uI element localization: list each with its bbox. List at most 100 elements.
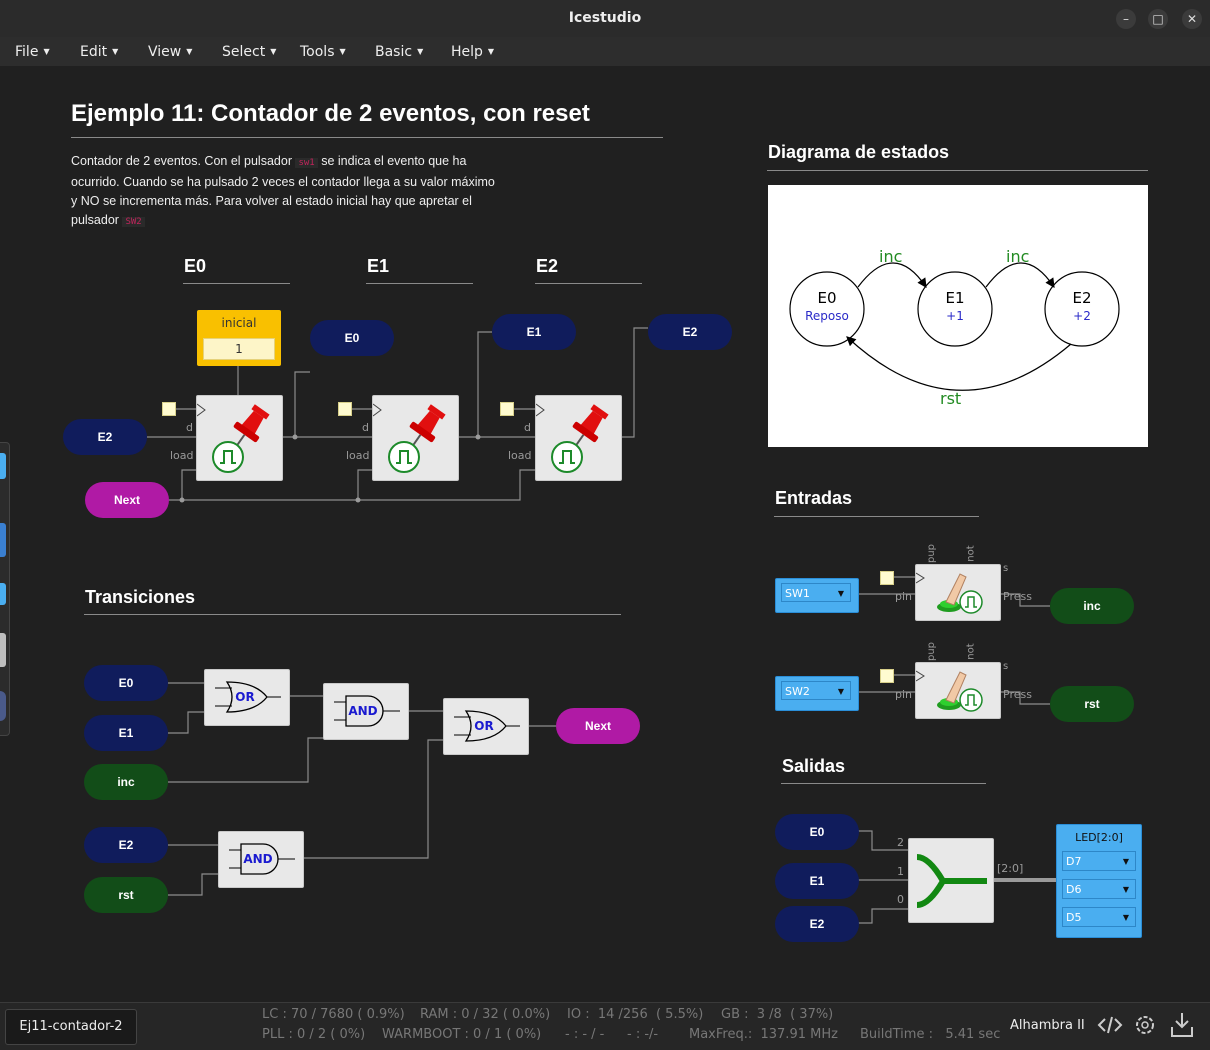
led-pin-select-d6[interactable]: D6 ▼: [1062, 879, 1136, 899]
pill-t-next[interactable]: Next: [556, 708, 640, 744]
gate-label: AND: [348, 704, 378, 718]
toolbar-item[interactable]: [0, 523, 6, 557]
bit-label-0: 0: [897, 893, 904, 906]
description-text: Contador de 2 eventos. Con el pulsador s…: [71, 154, 495, 227]
header-e2: E2: [536, 256, 559, 276]
state-e1-sub: +1: [946, 309, 964, 323]
board-name[interactable]: Alhambra II: [1010, 1018, 1085, 1033]
bus-join-block[interactable]: [908, 838, 994, 923]
project-tab[interactable]: Ej11-contador-2: [5, 1009, 137, 1045]
port-label-pup: pup: [926, 641, 938, 662]
pill-in-e2[interactable]: E2: [63, 419, 147, 455]
code-icon[interactable]: [1097, 1014, 1123, 1036]
menu-edit[interactable]: Edit ▼: [80, 44, 118, 60]
side-toolbar[interactable]: [0, 442, 10, 736]
register-block-e0[interactable]: [196, 395, 283, 481]
maximize-button[interactable]: □: [1148, 9, 1168, 29]
and-gate-1[interactable]: AND: [323, 683, 409, 740]
build-gear-icon[interactable]: [1132, 1012, 1158, 1038]
const-square-3[interactable]: [500, 402, 514, 416]
stat-warmboot: WARMBOOT : 0 / 1 ( 0%): [382, 1027, 542, 1042]
input-pin-sw2[interactable]: SW2 ▼: [775, 676, 859, 711]
constant-value[interactable]: 1: [203, 338, 275, 360]
port-label-d: d: [524, 421, 531, 434]
led-pin-select-d7[interactable]: D7 ▼: [1062, 851, 1136, 871]
code-sw2: SW2: [122, 217, 145, 227]
constant-label: inicial: [221, 316, 257, 330]
const-square-sw2[interactable]: [880, 669, 894, 683]
pill-t-e2[interactable]: E2: [84, 827, 168, 863]
title-divider: [71, 137, 663, 138]
button-block-sw1[interactable]: [915, 564, 1001, 621]
status-bar: Ej11-contador-2 LC : 70 / 7680 ( 0.9%) R…: [0, 1002, 1210, 1050]
const-square-sw1[interactable]: [880, 571, 894, 585]
led-pin-select-d5[interactable]: D5 ▼: [1062, 907, 1136, 927]
const-square-1[interactable]: [162, 402, 176, 416]
pill-out-inc[interactable]: inc: [1050, 588, 1134, 624]
toolbar-item[interactable]: [0, 633, 6, 667]
pill-t-rst[interactable]: rst: [84, 877, 168, 913]
port-label-pin: pin: [895, 688, 913, 701]
stat-buildtime: BuildTime : 5.41 sec: [860, 1027, 1001, 1042]
chevron-down-icon: ▼: [270, 47, 277, 56]
pill-out-rst[interactable]: rst: [1050, 686, 1134, 722]
chevron-down-icon: ▼: [417, 47, 424, 56]
state-e0-name: E0: [817, 289, 837, 307]
pin-select-sw1[interactable]: SW1 ▼: [781, 583, 851, 602]
minimize-button[interactable]: –: [1116, 9, 1136, 29]
transition-rst: rst: [940, 389, 962, 408]
menu-tools[interactable]: Tools ▼: [300, 44, 346, 60]
stat-lc: LC : 70 / 7680 ( 0.9%): [262, 1007, 405, 1022]
menu-basic[interactable]: Basic ▼: [375, 44, 423, 60]
or-gate-1[interactable]: OR: [204, 669, 290, 726]
stat-pll: PLL : 0 / 2 ( 0%): [262, 1027, 366, 1042]
pill-s-e2[interactable]: E2: [775, 906, 859, 942]
or-gate-2[interactable]: OR: [443, 698, 529, 755]
design-canvas[interactable]: Ejemplo 11: Contador de 2 eventos, con r…: [0, 66, 1210, 1002]
header-e1: E1: [367, 256, 390, 276]
pin-select-sw2[interactable]: SW2 ▼: [781, 681, 851, 700]
chevron-down-icon: ▼: [837, 687, 844, 696]
pill-next[interactable]: Next: [85, 482, 169, 518]
upload-icon[interactable]: [1169, 1010, 1195, 1040]
chevron-down-icon: ▼: [339, 47, 346, 56]
pill-t-e1[interactable]: E1: [84, 715, 168, 751]
menu-help[interactable]: Help ▼: [451, 44, 494, 60]
port-label-d: d: [186, 421, 193, 434]
constant-inicial[interactable]: inicial 1: [197, 310, 281, 366]
menu-view[interactable]: View ▼: [148, 44, 192, 60]
menu-select[interactable]: Select ▼: [222, 44, 276, 60]
pill-t-inc[interactable]: inc: [84, 764, 168, 800]
port-label-d: d: [362, 421, 369, 434]
toolbar-item[interactable]: [0, 453, 6, 479]
bus-width-label: [2:0]: [997, 862, 1024, 875]
menu-file[interactable]: File ▼: [15, 44, 50, 60]
led-output-block[interactable]: LED[2:0] D7 ▼ D6 ▼ D5 ▼: [1056, 824, 1142, 938]
gate-label: OR: [235, 690, 255, 704]
chevron-down-icon: ▼: [1122, 913, 1129, 922]
state-e2-sub: +2: [1073, 309, 1091, 323]
pill-out-e1[interactable]: E1: [492, 314, 576, 350]
button-block-sw2[interactable]: [915, 662, 1001, 719]
register-block-e1[interactable]: [372, 395, 459, 481]
register-block-e2[interactable]: [535, 395, 622, 481]
toolbar-item[interactable]: [0, 691, 6, 721]
close-button[interactable]: ✕: [1182, 9, 1202, 29]
chevron-down-icon: ▼: [1122, 857, 1129, 866]
and-gate-2[interactable]: AND: [218, 831, 304, 888]
pill-s-e0[interactable]: E0: [775, 814, 859, 850]
port-label-press: Press: [1003, 688, 1032, 701]
pill-s-e1[interactable]: E1: [775, 863, 859, 899]
state-e1-name: E1: [945, 289, 965, 307]
state-e2-name: E2: [1072, 289, 1092, 307]
port-label-load: load: [170, 449, 194, 462]
input-pin-sw1[interactable]: SW1 ▼: [775, 578, 859, 613]
pill-t-e0[interactable]: E0: [84, 665, 168, 701]
pill-out-e2[interactable]: E2: [648, 314, 732, 350]
pill-out-e0[interactable]: E0: [310, 320, 394, 356]
toolbar-item[interactable]: [0, 583, 6, 605]
port-label-press: Press: [1003, 590, 1032, 603]
const-square-2[interactable]: [338, 402, 352, 416]
page-title: Ejemplo 11: Contador de 2 eventos, con r…: [71, 100, 590, 127]
chevron-down-icon: ▼: [43, 47, 50, 56]
